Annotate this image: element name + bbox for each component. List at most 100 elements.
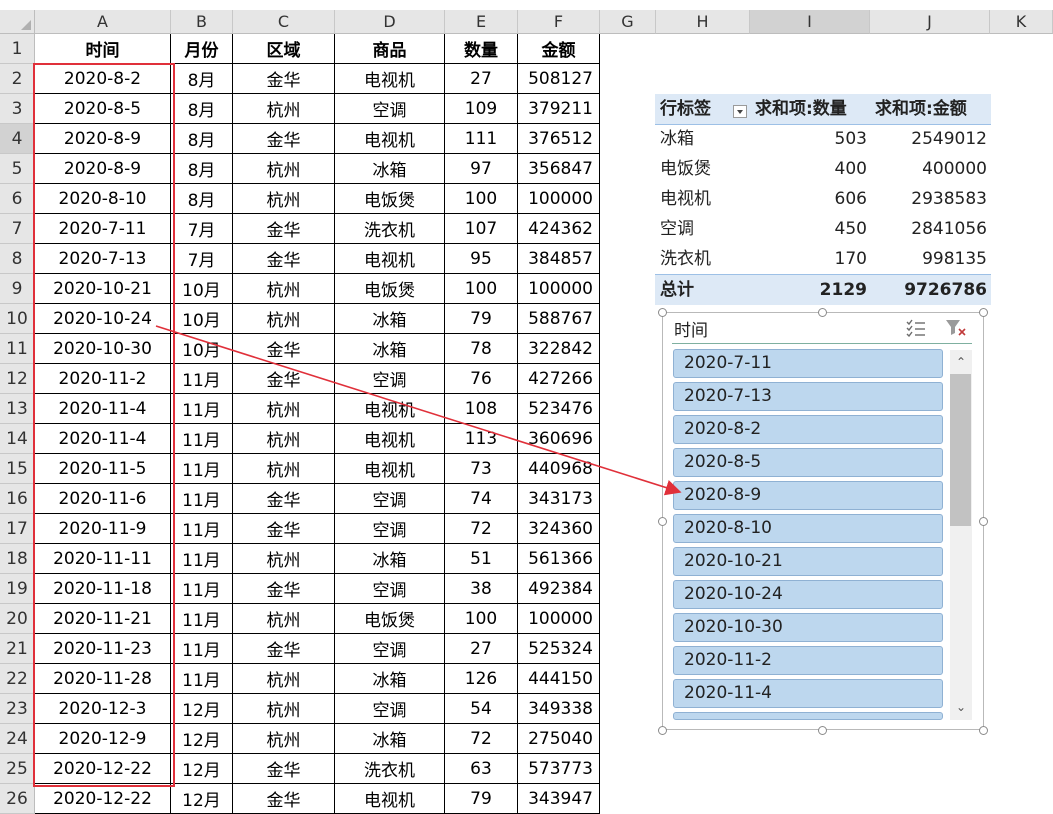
row-header[interactable]: 20 [0, 604, 35, 634]
amount-cell[interactable]: 427266 [518, 364, 600, 394]
amount-cell[interactable]: 324360 [518, 514, 600, 544]
date-cell[interactable]: 2020-8-9 [35, 154, 171, 184]
region-cell[interactable]: 金华 [233, 334, 335, 364]
region-cell[interactable]: 杭州 [233, 304, 335, 334]
quantity-cell[interactable]: 108 [445, 394, 518, 424]
date-cell[interactable]: 2020-8-10 [35, 184, 171, 214]
slicer-item[interactable]: 2020-8-10 [673, 514, 943, 543]
date-cell[interactable]: 2020-11-9 [35, 514, 171, 544]
region-cell[interactable]: 金华 [233, 754, 335, 784]
slicer-item-partial[interactable] [673, 712, 943, 720]
row-label-dropdown-icon[interactable] [733, 105, 747, 118]
slicer-item[interactable]: 2020-8-2 [673, 415, 943, 444]
month-cell[interactable]: 11月 [171, 364, 233, 394]
product-cell[interactable]: 电饭煲 [335, 274, 445, 304]
slicer-item[interactable]: 2020-8-5 [673, 448, 943, 477]
row-header[interactable]: 26 [0, 784, 35, 814]
column-header[interactable]: I [750, 10, 870, 34]
row-header[interactable]: 5 [0, 154, 35, 184]
month-cell[interactable]: 12月 [171, 784, 233, 814]
row-header[interactable]: 13 [0, 394, 35, 424]
header-cell[interactable]: 月份 [171, 34, 233, 64]
product-cell[interactable]: 空调 [335, 94, 445, 124]
product-cell[interactable]: 空调 [335, 514, 445, 544]
product-cell[interactable]: 电饭煲 [335, 184, 445, 214]
row-header[interactable]: 2 [0, 64, 35, 94]
row-header[interactable]: 8 [0, 244, 35, 274]
quantity-cell[interactable]: 73 [445, 454, 518, 484]
product-cell[interactable]: 空调 [335, 574, 445, 604]
row-header[interactable]: 25 [0, 754, 35, 784]
month-cell[interactable]: 11月 [171, 484, 233, 514]
region-cell[interactable]: 杭州 [233, 154, 335, 184]
pivot-row[interactable]: 冰箱 503 2549012 [655, 124, 991, 154]
row-header[interactable]: 10 [0, 304, 35, 334]
resize-handle[interactable] [818, 726, 827, 735]
product-cell[interactable]: 冰箱 [335, 154, 445, 184]
month-cell[interactable]: 10月 [171, 334, 233, 364]
month-cell[interactable]: 11月 [171, 394, 233, 424]
pivot-row[interactable]: 电视机 606 2938583 [655, 184, 991, 214]
quantity-cell[interactable]: 79 [445, 304, 518, 334]
column-header[interactable]: F [518, 10, 600, 34]
region-cell[interactable]: 杭州 [233, 604, 335, 634]
region-cell[interactable]: 金华 [233, 484, 335, 514]
header-cell[interactable]: 时间 [35, 34, 171, 64]
slicer-item[interactable]: 2020-11-4 [673, 679, 943, 708]
row-header[interactable]: 19 [0, 574, 35, 604]
pivot-row[interactable]: 空调 450 2841056 [655, 214, 991, 244]
region-cell[interactable]: 金华 [233, 634, 335, 664]
month-cell[interactable]: 11月 [171, 424, 233, 454]
region-cell[interactable]: 杭州 [233, 394, 335, 424]
amount-cell[interactable]: 523476 [518, 394, 600, 424]
amount-cell[interactable]: 384857 [518, 244, 600, 274]
date-cell[interactable]: 2020-10-24 [35, 304, 171, 334]
date-cell[interactable]: 2020-12-22 [35, 784, 171, 814]
date-cell[interactable]: 2020-11-4 [35, 394, 171, 424]
slicer-scroll-thumb[interactable] [950, 374, 971, 526]
row-header[interactable]: 15 [0, 454, 35, 484]
header-cell[interactable]: 金额 [518, 34, 600, 64]
quantity-cell[interactable]: 111 [445, 124, 518, 154]
month-cell[interactable]: 11月 [171, 664, 233, 694]
product-cell[interactable]: 洗衣机 [335, 214, 445, 244]
region-cell[interactable]: 杭州 [233, 724, 335, 754]
amount-cell[interactable]: 349338 [518, 694, 600, 724]
quantity-cell[interactable]: 74 [445, 484, 518, 514]
quantity-cell[interactable]: 107 [445, 214, 518, 244]
slicer-item[interactable]: 2020-10-24 [673, 580, 943, 609]
column-header[interactable]: B [171, 10, 233, 34]
resize-handle[interactable] [658, 726, 667, 735]
amount-cell[interactable]: 275040 [518, 724, 600, 754]
scroll-up-icon[interactable]: ⌃ [952, 353, 970, 371]
month-cell[interactable]: 8月 [171, 64, 233, 94]
product-cell[interactable]: 空调 [335, 694, 445, 724]
region-cell[interactable]: 金华 [233, 244, 335, 274]
column-header[interactable]: J [870, 10, 990, 34]
amount-cell[interactable]: 561366 [518, 544, 600, 574]
row-header[interactable]: 9 [0, 274, 35, 304]
amount-cell[interactable]: 588767 [518, 304, 600, 334]
resize-handle[interactable] [818, 308, 827, 317]
pivot-row[interactable]: 洗衣机 170 998135 [655, 244, 991, 274]
pivot-row[interactable]: 电饭煲 400 400000 [655, 154, 991, 184]
date-cell[interactable]: 2020-11-4 [35, 424, 171, 454]
region-cell[interactable]: 杭州 [233, 454, 335, 484]
quantity-cell[interactable]: 126 [445, 664, 518, 694]
region-cell[interactable]: 杭州 [233, 184, 335, 214]
column-header[interactable]: G [600, 10, 656, 34]
date-cell[interactable]: 2020-10-30 [35, 334, 171, 364]
amount-cell[interactable]: 100000 [518, 274, 600, 304]
date-cell[interactable]: 2020-8-9 [35, 124, 171, 154]
date-cell[interactable]: 2020-11-11 [35, 544, 171, 574]
row-header[interactable]: 16 [0, 484, 35, 514]
row-header[interactable]: 7 [0, 214, 35, 244]
column-header[interactable]: D [335, 10, 445, 34]
row-header[interactable]: 1 [0, 34, 35, 64]
amount-cell[interactable]: 343173 [518, 484, 600, 514]
quantity-cell[interactable]: 109 [445, 94, 518, 124]
date-cell[interactable]: 2020-7-11 [35, 214, 171, 244]
date-cell[interactable]: 2020-7-13 [35, 244, 171, 274]
amount-cell[interactable]: 508127 [518, 64, 600, 94]
month-cell[interactable]: 11月 [171, 544, 233, 574]
